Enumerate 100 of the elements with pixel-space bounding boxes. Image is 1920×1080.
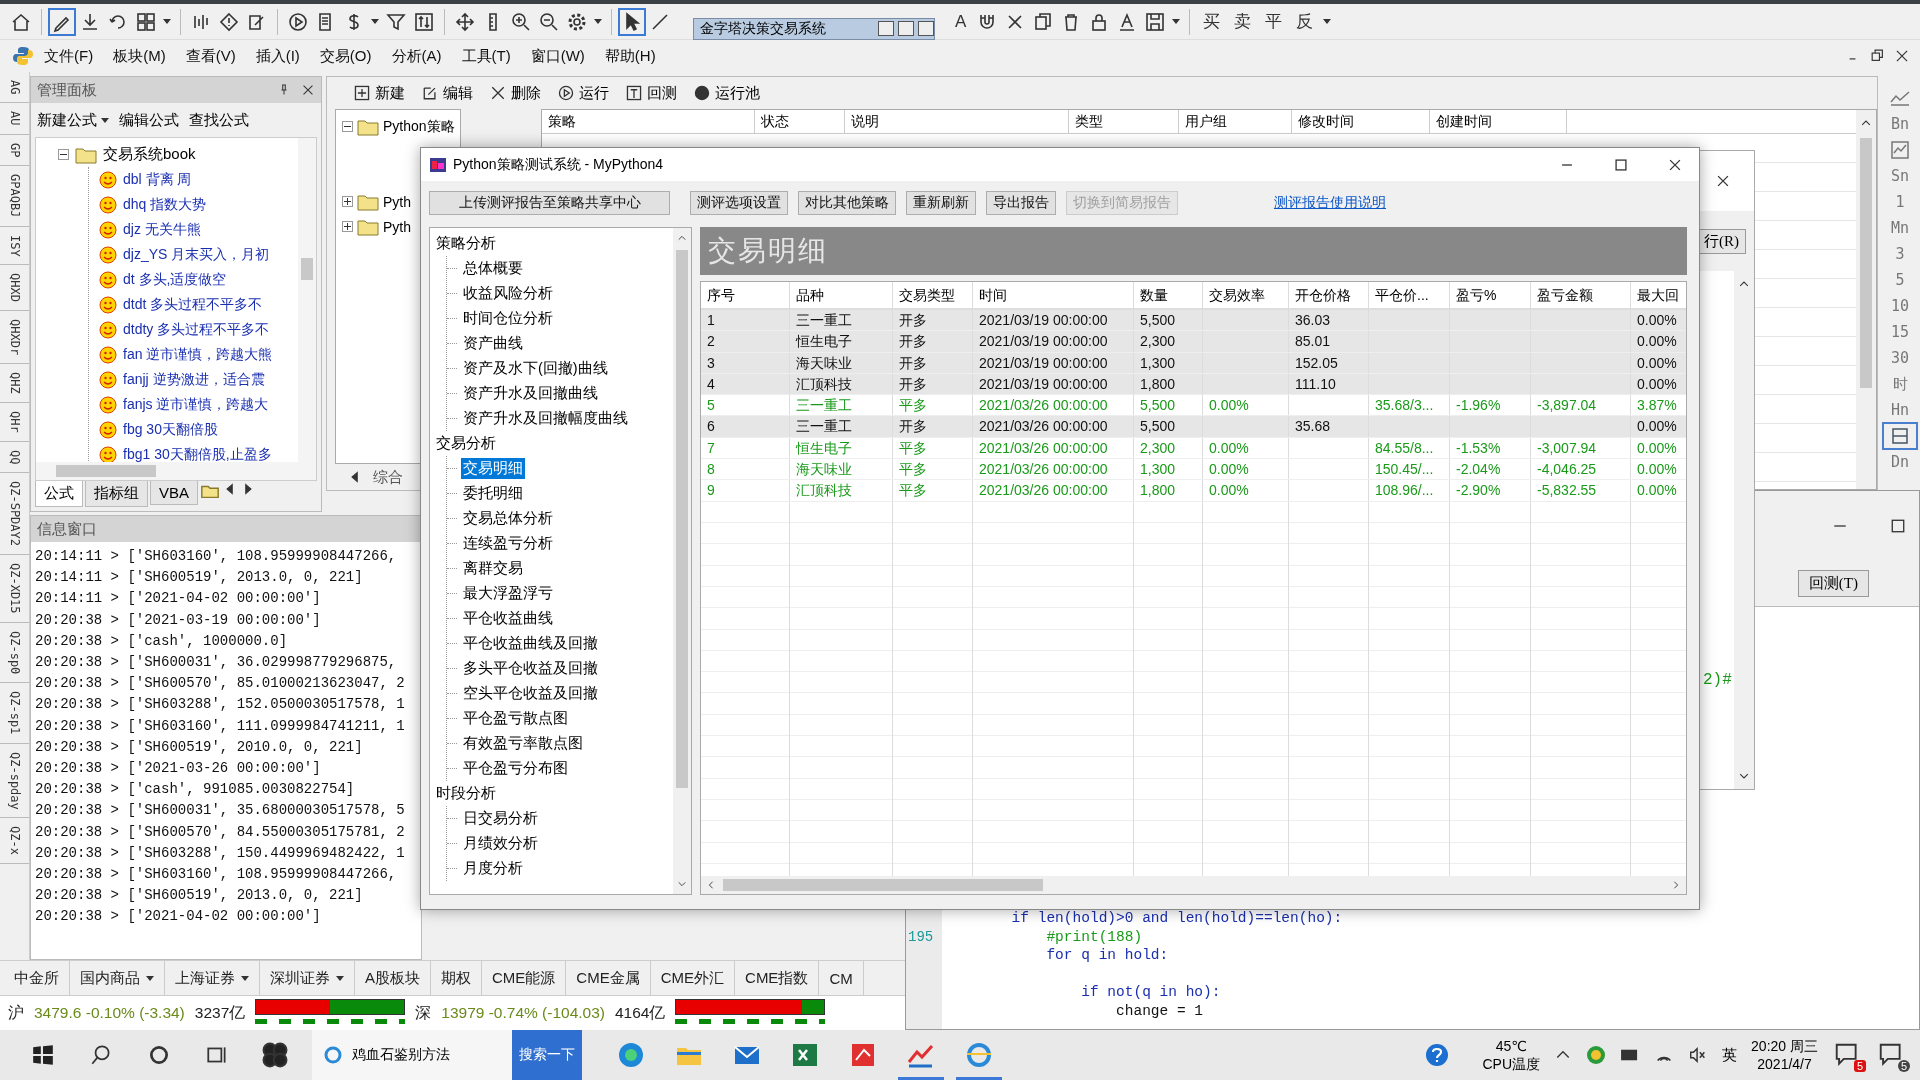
toolbar-button[interactable]: 运行池 [693,83,760,103]
nav-item[interactable]: 总体概要 [461,258,525,279]
tree-item[interactable]: djz 无关牛熊 [123,220,201,239]
text-tool-button[interactable]: A [951,11,971,32]
nav-item[interactable]: 月绩效分析 [461,833,540,854]
collapse-toggle-icon[interactable] [58,149,69,160]
browser-icon[interactable] [616,1040,646,1070]
caret-icon[interactable] [336,975,344,981]
column-header[interactable]: 策略 [542,110,755,133]
nav-item[interactable]: 空头平仓收益及回撤 [461,683,600,704]
column-header[interactable]: 状态 [755,110,845,133]
nav-item[interactable]: 委托明细 [461,483,525,504]
caret-icon[interactable] [371,19,379,24]
menu-item[interactable]: 工具(T) [451,43,521,69]
column-header[interactable]: 用户组 [1179,110,1292,133]
caret-icon[interactable] [163,19,171,24]
toolbar-button[interactable]: 导出报告 [986,191,1056,215]
tree-item[interactable]: fan 逆市谨慎，跨越大熊 [123,345,273,364]
period-button[interactable]: Bn [1884,112,1916,136]
column-header[interactable]: 交易效率 [1203,282,1289,308]
trade-button[interactable]: 反 [1292,10,1318,33]
toolbar-button[interactable]: 测评选项设置 [690,191,788,215]
browser-icon[interactable] [964,1040,994,1070]
caret-icon[interactable] [146,975,154,981]
menu-item[interactable]: 文件(F) [34,43,104,69]
cortana-icon[interactable] [147,1043,171,1067]
nav-item[interactable]: 交易总体分析 [461,508,555,529]
toolbar-button[interactable]: 回测 [625,83,677,103]
toolbar-button[interactable]: 上传测评报告至策略共享中心 [429,191,670,215]
scrollbar[interactable] [1734,271,1754,789]
play-icon[interactable] [287,10,309,33]
column-header[interactable]: 说明 [845,110,1069,133]
search-field[interactable]: 鸡血石鉴别方法 [312,1030,512,1080]
nav-item[interactable]: 多头平仓收益及回撤 [461,658,600,679]
caret-icon[interactable] [241,975,249,981]
tree-item[interactable]: fbg 30天翻倍股 [123,420,218,439]
input-method-indicator[interactable]: 英 [1722,1045,1738,1065]
period-button[interactable]: Sn [1884,164,1916,188]
close-icon[interactable] [301,83,315,97]
nav-group-label[interactable]: 时段分析 [436,781,673,806]
horizontal-scrollbar[interactable] [701,876,1686,894]
maximize-icon[interactable] [1889,517,1907,535]
menu-item[interactable]: 查看(V) [175,43,246,69]
nav-item[interactable]: 资产升水及回撤幅度曲线 [461,408,630,429]
caret-icon[interactable] [1172,19,1181,24]
table-row[interactable]: 2 恒生电子 开多 2021/03/19 00:00:00 2,300 85.01 0.00% [701,331,1686,353]
tree-item[interactable]: dbl 背离 周 [123,170,192,189]
collapse-toggle-icon[interactable] [342,121,353,132]
nav-item[interactable]: 平仓盈亏散点图 [461,708,570,729]
scrollbar[interactable] [1856,110,1876,489]
menu-item[interactable]: 板块(M) [103,43,176,69]
menu-item[interactable]: 分析(A) [381,43,452,69]
nav-item[interactable]: 时间仓位分析 [461,308,555,329]
column-header[interactable]: 交易类型 [893,282,973,308]
expand-toggle-icon[interactable] [342,221,353,232]
column-header[interactable]: 数量 [1134,282,1203,308]
tree-item[interactable]: fanjj 逆势激进，适合震 [123,370,265,389]
menu-item[interactable]: 窗口(W) [520,43,595,69]
panel-tab[interactable]: VBA [150,481,198,505]
nav-group-label[interactable]: 交易分析 [436,431,673,456]
nav-item[interactable]: 平仓收益曲线及回撤 [461,633,600,654]
period-button[interactable]: 30 [1884,346,1916,370]
table-row[interactable]: 4 汇顶科技 开多 2021/03/19 00:00:00 1,800 111.10 0.00% [701,373,1686,396]
tree-item[interactable]: Pyth [383,218,411,235]
period-button[interactable]: 时 [1884,372,1916,396]
formula-action-button[interactable]: 编辑公式 [119,110,179,130]
tree-item[interactable]: 交易系统book [103,145,196,164]
tree-item[interactable]: fbg1 30天翻倍股,止盈多 [123,445,272,462]
column-header[interactable]: 开仓价格 [1289,282,1369,308]
horizontal-scrollbar[interactable] [36,462,316,480]
tree-item[interactable]: dt 多头,适度做空 [123,270,227,289]
grid-icon[interactable] [135,10,157,33]
period-button[interactable]: Mn [1884,216,1916,240]
caret-icon[interactable] [1323,19,1332,24]
search-button[interactable]: 搜索一下 [512,1030,582,1080]
toolbar-button[interactable]: 删除 [489,83,541,103]
nav-item[interactable]: 收益风险分析 [461,283,555,304]
warning-icon[interactable] [218,10,240,33]
period-button[interactable]: Hn [1884,398,1916,422]
nav-item[interactable]: 连续盈亏分析 [461,533,555,554]
nav-item[interactable]: 平仓收益曲线 [461,608,555,629]
toolbar-button[interactable]: 对比其他策略 [798,191,896,215]
nav-item[interactable]: 平仓盈亏分布图 [461,758,570,779]
windows-start-icon[interactable] [31,1043,55,1067]
column-header[interactable]: 盈亏金额 [1531,282,1631,308]
period-button[interactable]: 5 [1884,268,1916,292]
nav-item[interactable]: 有效盈亏率散点图 [461,733,585,754]
tree-item[interactable]: dtdt 多头过程不平多不 [123,295,263,314]
nav-item[interactable]: 最大浮盈浮亏 [461,583,555,604]
column-header[interactable]: 创建时间 [1430,110,1567,133]
scrollbar[interactable] [298,138,316,462]
nav-group-label[interactable]: 策略分析 [436,231,673,256]
period-button[interactable]: Dn [1884,450,1916,474]
trade-button[interactable]: 卖 [1230,10,1256,33]
toolbar-button[interactable]: 重新刷新 [906,191,976,215]
toolbar-button[interactable]: 编辑 [421,83,473,103]
panel-tab[interactable]: 指标组 [85,481,148,507]
table-row[interactable]: 6 三一重工 开多 2021/03/26 00:00:00 5,500 35.68 0.00% [701,416,1686,438]
nav-item[interactable]: 资产曲线 [461,333,525,354]
panel-tab[interactable]: 公式 [35,481,83,507]
